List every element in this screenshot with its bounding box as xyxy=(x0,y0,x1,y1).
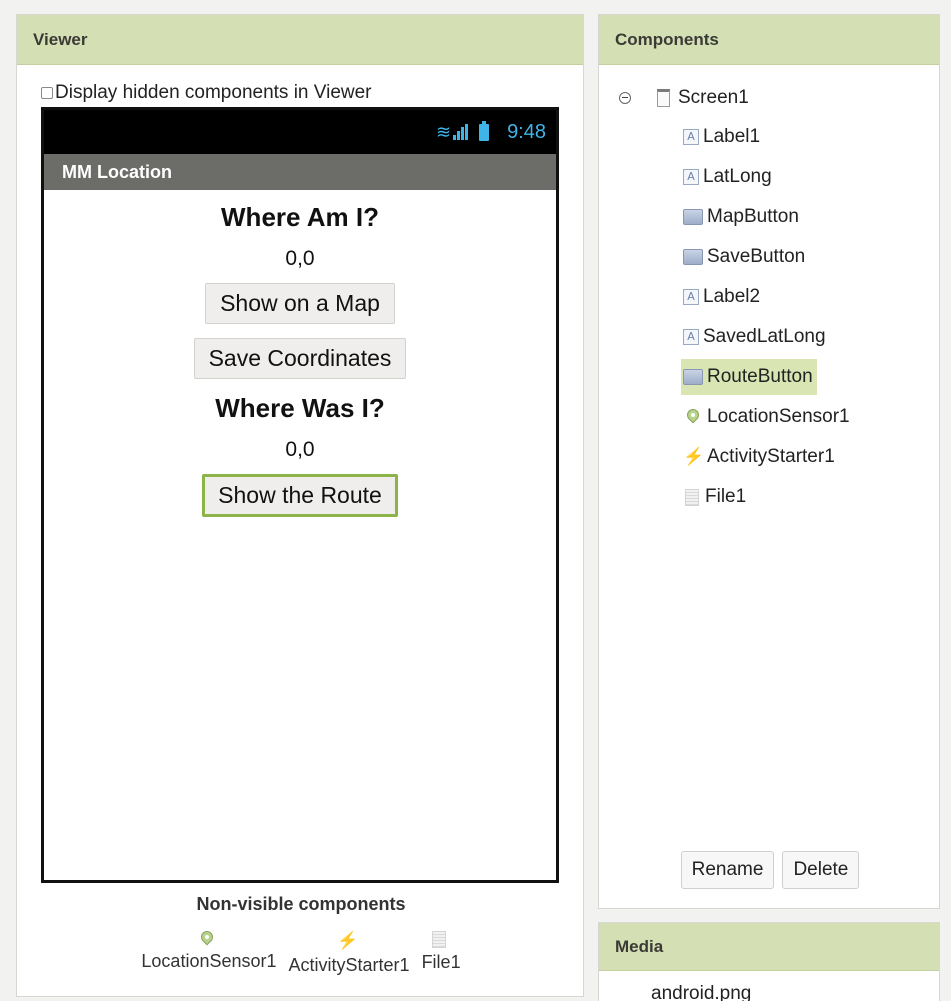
screen-content: Where Am I? 0,0 Show on a Map Save Coord… xyxy=(44,190,556,517)
tree-item-label: Screen1 xyxy=(678,87,749,108)
save-button[interactable]: Save Coordinates xyxy=(193,338,407,379)
phone-preview: ≋ 9:48 MM Location Where Am I? 0,0 Show … xyxy=(41,107,559,883)
latlong-label[interactable]: 0,0 xyxy=(285,247,314,271)
viewer-panel: Viewer Display hidden components in View… xyxy=(16,14,584,997)
tree-item-label: LatLong xyxy=(703,166,772,187)
display-hidden-label: Display hidden components in Viewer xyxy=(55,82,372,103)
tree-item-label1[interactable]: A Label1 xyxy=(681,119,854,155)
media-header: Media xyxy=(599,923,939,971)
display-hidden-checkbox[interactable] xyxy=(41,87,53,99)
tree-item-label: RouteButton xyxy=(707,366,813,387)
viewer-header: Viewer xyxy=(17,15,583,65)
button-icon xyxy=(683,369,703,385)
tree-item-locationsensor1[interactable]: LocationSensor1 xyxy=(681,399,854,435)
status-time: 9:48 xyxy=(507,120,546,143)
media-item[interactable]: android.png xyxy=(651,983,751,1001)
app-title-bar: MM Location xyxy=(44,154,556,190)
tree-item-label: LocationSensor1 xyxy=(707,406,850,427)
tree-item-routebutton[interactable]: RouteButton xyxy=(681,359,817,395)
file-icon xyxy=(432,931,447,948)
nonvisible-label: ActivityStarter1 xyxy=(288,955,410,975)
nonvisible-label: File1 xyxy=(421,952,461,972)
display-hidden-toggle[interactable]: Display hidden components in Viewer xyxy=(41,81,372,105)
battery-icon xyxy=(479,120,490,141)
tree-item-screen1[interactable]: Screen1 xyxy=(619,81,854,115)
phone-status-bar: ≋ 9:48 xyxy=(44,110,556,154)
nonvisible-activity-starter[interactable]: ⚡ ActivityStarter1 xyxy=(289,931,410,976)
label-icon: A xyxy=(683,289,699,305)
tree-item-latlong[interactable]: A LatLong xyxy=(681,159,854,195)
tree-item-file1[interactable]: File1 xyxy=(681,479,854,515)
where-was-i-heading[interactable]: Where Was I? xyxy=(215,393,385,424)
location-pin-icon xyxy=(687,409,699,425)
delete-button[interactable]: Delete xyxy=(782,851,860,889)
tree-item-label: File1 xyxy=(705,486,747,507)
media-panel: Media android.png xyxy=(598,922,940,1001)
label-icon: A xyxy=(683,129,699,145)
route-button[interactable]: Show the Route xyxy=(202,474,398,517)
tree-item-label2[interactable]: A Label2 xyxy=(681,279,854,315)
app-inventor-designer: Viewer Display hidden components in View… xyxy=(0,0,951,1001)
tree-item-label: MapButton xyxy=(707,206,799,227)
collapse-icon[interactable] xyxy=(619,92,631,104)
label-icon: A xyxy=(683,329,699,345)
nonvisible-label: LocationSensor1 xyxy=(141,951,277,971)
nonvisible-components-title: Non-visible components xyxy=(196,894,406,914)
components-header: Components xyxy=(599,15,939,65)
map-button[interactable]: Show on a Map xyxy=(205,283,395,324)
component-tree: Screen1 A Label1 A LatLong MapButton Sav xyxy=(619,81,854,515)
tree-item-label: Label1 xyxy=(703,126,761,147)
button-icon xyxy=(683,249,703,265)
signal-icon xyxy=(453,124,469,140)
saved-latlong-label[interactable]: 0,0 xyxy=(285,438,314,462)
tree-children: A Label1 A LatLong MapButton SaveButton … xyxy=(681,119,854,515)
tree-item-mapbutton[interactable]: MapButton xyxy=(681,199,854,235)
file-icon xyxy=(685,488,699,506)
tree-item-savedlatlong[interactable]: A SavedLatLong xyxy=(681,319,854,355)
screen-icon xyxy=(657,89,670,107)
lightning-icon: ⚡ xyxy=(337,931,359,950)
wifi-icon: ≋ xyxy=(435,121,452,142)
location-pin-icon xyxy=(201,931,213,947)
nonvisible-location-sensor[interactable]: LocationSensor1 xyxy=(141,931,277,976)
rename-button[interactable]: Rename xyxy=(680,851,775,889)
button-icon xyxy=(683,209,703,225)
label-icon: A xyxy=(683,169,699,185)
tree-item-savebutton[interactable]: SaveButton xyxy=(681,239,854,275)
where-am-i-heading[interactable]: Where Am I? xyxy=(221,202,379,233)
tree-item-label: Label2 xyxy=(703,286,761,307)
tree-item-label: SaveButton xyxy=(707,246,806,267)
tree-item-label: ActivityStarter1 xyxy=(707,446,835,467)
lightning-icon: ⚡ xyxy=(683,447,705,466)
components-panel: Components Screen1 A Label1 A LatLong Ma xyxy=(598,14,940,909)
nonvisible-components-list: LocationSensor1 ⚡ ActivityStarter1 File1 xyxy=(17,931,585,976)
tree-item-label: SavedLatLong xyxy=(703,326,826,347)
nonvisible-file[interactable]: File1 xyxy=(422,931,461,976)
tree-item-activitystarter1[interactable]: ⚡ ActivityStarter1 xyxy=(681,439,854,475)
component-actions: Rename Delete xyxy=(599,851,941,889)
